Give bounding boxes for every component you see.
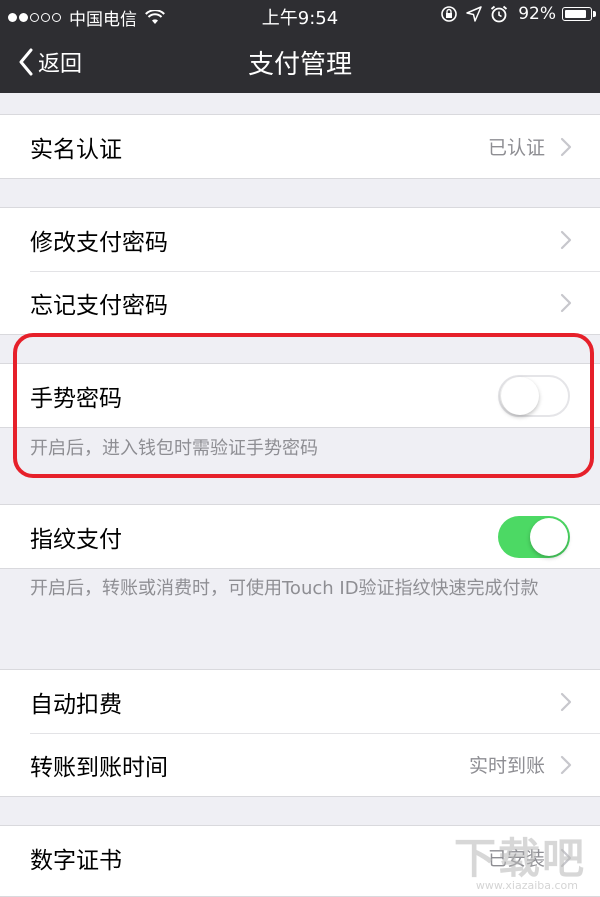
watermark-url: www.xiazaiba.com	[475, 879, 578, 892]
alarm-icon	[491, 5, 508, 23]
watermark-logo: 下载吧	[453, 834, 586, 883]
row-label: 手势密码	[30, 385, 122, 412]
verification-group: 实名认证 已认证	[0, 114, 600, 179]
gesture-password-row: 手势密码	[0, 364, 600, 427]
gesture-password-group: 手势密码	[0, 363, 600, 428]
fingerprint-pay-toggle[interactable]	[498, 515, 570, 558]
fingerprint-pay-note: 开启后，转账或消费时，可使用Touch ID验证指纹快速完成付款	[30, 578, 539, 599]
battery-percent: 92%	[518, 4, 556, 24]
rotation-lock-icon	[441, 6, 458, 22]
chevron-right-icon	[560, 137, 572, 156]
chevron-right-icon	[560, 293, 572, 312]
row-label: 忘记支付密码	[30, 292, 168, 319]
row-label: 实名认证	[30, 136, 122, 163]
toggle-knob	[501, 376, 539, 415]
gesture-password-toggle[interactable]	[498, 374, 570, 417]
status-bar: 中国电信 上午9:54 92%	[0, 0, 600, 30]
chevron-right-icon	[560, 230, 572, 249]
row-label: 修改支付密码	[30, 229, 168, 256]
row-label: 转账到账时间	[30, 754, 168, 781]
toggle-knob	[530, 517, 568, 556]
change-pay-password-row[interactable]: 修改支付密码	[0, 208, 600, 271]
fingerprint-group: 指纹支付	[0, 504, 600, 569]
row-label: 数字证书	[30, 847, 122, 874]
forgot-pay-password-row[interactable]: 忘记支付密码	[0, 271, 600, 334]
row-label: 自动扣费	[30, 691, 122, 718]
nav-bar: 返回 支付管理	[0, 30, 600, 93]
transfer-arrival-time-row[interactable]: 转账到账时间 实时到账	[0, 733, 600, 796]
location-icon	[466, 6, 482, 22]
row-label: 指纹支付	[30, 526, 122, 553]
fingerprint-pay-row: 指纹支付	[0, 505, 600, 568]
gesture-password-note: 开启后，进入钱包时需验证手势密码	[30, 438, 318, 459]
password-group: 修改支付密码 忘记支付密码	[0, 207, 600, 335]
battery-icon	[562, 7, 596, 21]
transfer-arrival-value: 实时到账	[468, 755, 545, 777]
chevron-right-icon	[560, 692, 572, 711]
payments-group: 自动扣费 转账到账时间 实时到账	[0, 669, 600, 797]
page-title: 支付管理	[247, 50, 352, 80]
chevron-right-icon	[560, 755, 572, 774]
real-name-verification-row[interactable]: 实名认证 已认证	[0, 115, 600, 178]
auto-deduction-row[interactable]: 自动扣费	[0, 670, 600, 733]
verification-status: 已认证	[487, 137, 545, 159]
